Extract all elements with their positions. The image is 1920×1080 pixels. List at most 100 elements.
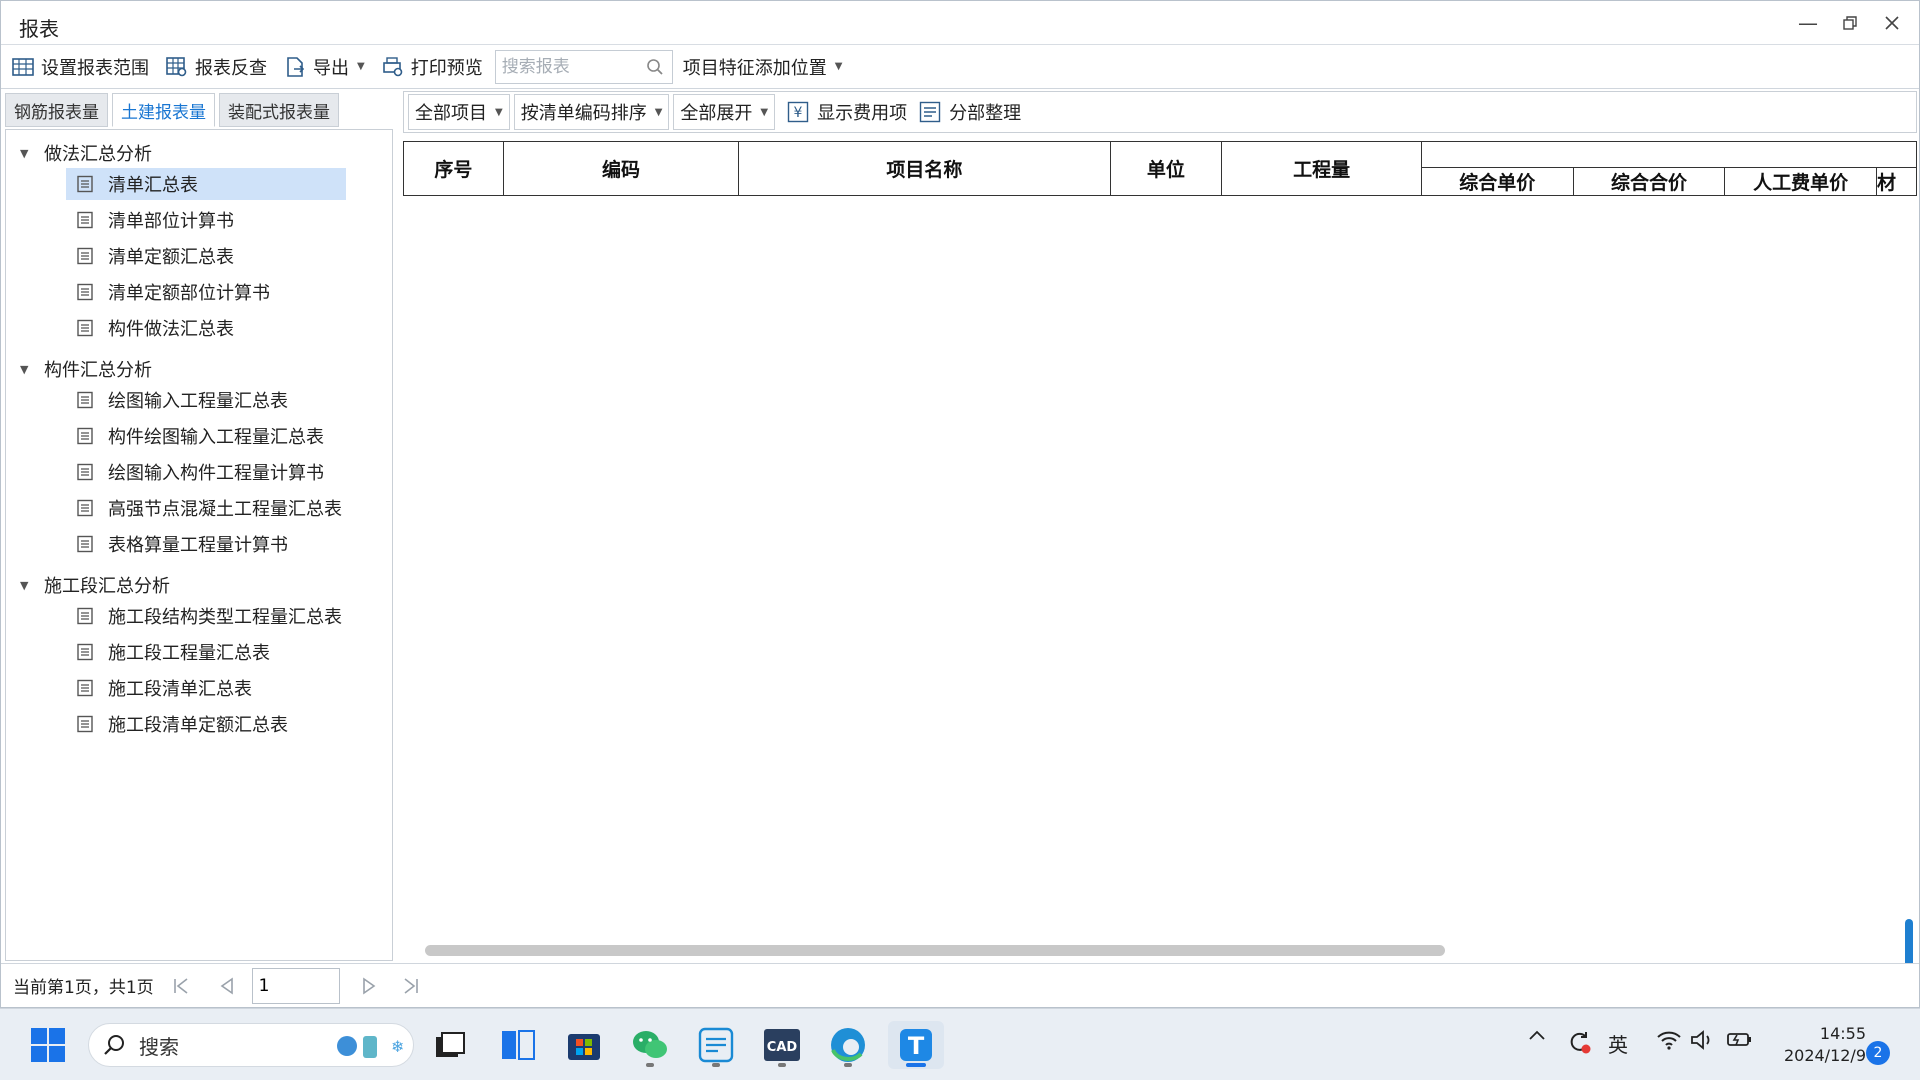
header-quantity[interactable]: 工程量 bbox=[1221, 141, 1422, 196]
expand-triangle-icon[interactable]: ▼ bbox=[20, 147, 32, 160]
expand-triangle-icon[interactable]: ▼ bbox=[20, 579, 32, 592]
document-icon bbox=[77, 679, 93, 697]
expand-triangle-icon[interactable]: ▼ bbox=[20, 363, 32, 376]
expand-dropdown[interactable]: 全部展开 ▼ bbox=[673, 94, 776, 130]
document-icon bbox=[77, 175, 93, 193]
last-page-icon[interactable] bbox=[396, 971, 426, 1001]
svg-text:CAD: CAD bbox=[767, 1040, 798, 1055]
tree-item-bill-quota-summary[interactable]: 清单定额汇总表 bbox=[66, 240, 346, 272]
document-icon bbox=[77, 715, 93, 733]
report-search-input[interactable] bbox=[495, 50, 636, 83]
next-page-icon[interactable] bbox=[354, 971, 384, 1001]
tree-item-bill-quota-part-calc[interactable]: 清单定额部位计算书 bbox=[66, 276, 346, 308]
header-code[interactable]: 编码 bbox=[502, 141, 740, 196]
page-number-input[interactable] bbox=[251, 967, 340, 1004]
tree-group-method-summary[interactable]: ▼ 做法汇总分析 bbox=[6, 140, 152, 166]
print-preview-icon bbox=[381, 55, 405, 79]
chevron-up-icon[interactable] bbox=[1528, 1029, 1546, 1041]
tree-item-label: 表格算量工程量计算书 bbox=[108, 535, 288, 556]
tree-item-stage-quantity-summary[interactable]: 施工段工程量汇总表 bbox=[66, 636, 346, 668]
sort-dropdown[interactable]: 按清单编码排序 ▼ bbox=[513, 94, 670, 130]
tree-item-label: 施工段结构类型工程量汇总表 bbox=[108, 607, 342, 628]
tree-item-stage-bill-quota-summary[interactable]: 施工段清单定额汇总表 bbox=[66, 708, 346, 740]
table-grid-icon bbox=[11, 55, 35, 79]
tree-item-bill-summary[interactable]: 清单汇总表 bbox=[66, 168, 346, 200]
horizontal-scrollbar[interactable] bbox=[425, 945, 1445, 956]
task-view-icon[interactable] bbox=[426, 1021, 474, 1069]
header-labor-unit-price[interactable]: 人工费单价 bbox=[1724, 167, 1877, 196]
document-icon bbox=[77, 463, 93, 481]
header-index[interactable]: 序号 bbox=[403, 141, 504, 196]
reverse-check-button[interactable]: 报表反查 bbox=[159, 49, 273, 85]
svg-text:T: T bbox=[908, 1032, 925, 1060]
wechat-icon[interactable] bbox=[626, 1021, 674, 1069]
table-search-icon bbox=[165, 55, 189, 79]
list-icon bbox=[919, 101, 941, 123]
show-fee-button[interactable]: ¥ 显示费用项 bbox=[787, 99, 907, 125]
tree-item-component-method-summary[interactable]: 构件做法汇总表 bbox=[66, 312, 346, 344]
tree-item-drawing-input-summary[interactable]: 绘图输入工程量汇总表 bbox=[66, 384, 346, 416]
prev-page-icon[interactable] bbox=[212, 971, 242, 1001]
tree-item-component-drawing-summary[interactable]: 构件绘图输入工程量汇总表 bbox=[66, 420, 346, 452]
page-status-text: 当前第1页，共1页 bbox=[13, 978, 154, 998]
header-composite-unit-price[interactable]: 综合单价 bbox=[1420, 167, 1574, 196]
close-icon[interactable] bbox=[1871, 7, 1913, 39]
notes-app-icon[interactable] bbox=[692, 1021, 740, 1069]
document-icon bbox=[77, 391, 93, 409]
tree-group-stage-summary[interactable]: ▼ 施工段汇总分析 bbox=[6, 572, 170, 598]
microsoft-store-icon[interactable] bbox=[560, 1021, 608, 1069]
tab-prefab-report[interactable]: 装配式报表量 bbox=[219, 93, 339, 127]
all-items-dropdown[interactable]: 全部项目 ▼ bbox=[408, 94, 510, 130]
tree-item-table-calc[interactable]: 表格算量工程量计算书 bbox=[66, 528, 346, 560]
tree-item-stage-structure-summary[interactable]: 施工段结构类型工程量汇总表 bbox=[66, 600, 346, 632]
partition-button[interactable]: 分部整理 bbox=[919, 99, 1021, 125]
header-composite-total[interactable]: 综合合价 bbox=[1572, 167, 1726, 196]
restore-icon[interactable] bbox=[1829, 7, 1871, 39]
header-item-name[interactable]: 项目名称 bbox=[738, 141, 1111, 196]
feature-position-dropdown[interactable]: 项目特征添加位置 ▼ bbox=[677, 49, 849, 85]
tree-item-label: 清单定额汇总表 bbox=[108, 247, 234, 268]
print-preview-button[interactable]: 打印预览 bbox=[375, 49, 489, 85]
set-range-button[interactable]: 设置报表范围 bbox=[5, 49, 155, 85]
tree-item-bill-part-calc[interactable]: 清单部位计算书 bbox=[66, 204, 346, 236]
expand-label: 全部展开 bbox=[680, 103, 753, 124]
system-clock[interactable]: 14:55 2024/12/9 bbox=[1770, 1023, 1866, 1067]
header-group-price bbox=[1420, 141, 1917, 168]
tree-item-stage-bill-summary[interactable]: 施工段清单汇总表 bbox=[66, 672, 346, 704]
sync-icon[interactable] bbox=[1566, 1029, 1592, 1055]
volume-icon[interactable] bbox=[1690, 1029, 1714, 1051]
edge-browser-icon[interactable] bbox=[824, 1021, 872, 1069]
report-tree: ▼ 做法汇总分析 清单汇总表 清单部位计算书 清单定额汇总表 清单定额部位计算书… bbox=[5, 129, 393, 961]
minimize-icon[interactable]: — bbox=[1787, 7, 1829, 39]
set-range-label: 设置报表范围 bbox=[41, 57, 149, 79]
chevron-down-icon: ▼ bbox=[357, 61, 365, 72]
widgets-icon[interactable] bbox=[494, 1021, 542, 1069]
report-header-table: 序号 编码 项目名称 单位 工程量 综合单价 综合合价 人工费单价 材 bbox=[403, 141, 1917, 196]
header-material[interactable]: 材 bbox=[1876, 167, 1917, 196]
glodon-app-icon[interactable]: T bbox=[888, 1021, 944, 1069]
windows-start-icon[interactable] bbox=[24, 1021, 72, 1069]
tree-item-label: 绘图输入构件工程量计算书 bbox=[108, 463, 324, 484]
tab-civil-report[interactable]: 土建报表量 bbox=[112, 93, 215, 127]
notification-badge[interactable]: 2 bbox=[1866, 1041, 1890, 1065]
tree-item-drawing-component-calc[interactable]: 绘图输入构件工程量计算书 bbox=[66, 456, 346, 488]
battery-icon[interactable] bbox=[1726, 1029, 1754, 1049]
export-button[interactable]: 导出 ▼ bbox=[277, 49, 371, 85]
taskbar-search[interactable]: 搜索 ❄ bbox=[88, 1023, 414, 1067]
tree-item-label: 施工段清单汇总表 bbox=[108, 679, 252, 700]
first-page-icon[interactable] bbox=[166, 971, 196, 1001]
search-icon[interactable] bbox=[646, 58, 664, 76]
show-fee-label: 显示费用项 bbox=[817, 103, 908, 124]
feature-position-label: 项目特征添加位置 bbox=[682, 57, 827, 79]
tree-item-high-strength-concrete[interactable]: 高强节点混凝土工程量汇总表 bbox=[66, 492, 346, 524]
tree-group-component-summary[interactable]: ▼ 构件汇总分析 bbox=[6, 356, 152, 382]
cad-app-icon[interactable]: CAD bbox=[758, 1021, 806, 1069]
running-indicator bbox=[646, 1063, 654, 1067]
wifi-icon[interactable] bbox=[1656, 1029, 1682, 1051]
header-unit[interactable]: 单位 bbox=[1109, 141, 1223, 196]
active-indicator bbox=[906, 1063, 926, 1067]
taskbar: 搜索 ❄ CAD T 英 14:55 2024/12/9 2 bbox=[0, 1008, 1920, 1080]
tab-rebar-report[interactable]: 钢筋报表量 bbox=[5, 93, 108, 127]
export-icon bbox=[283, 55, 307, 79]
ime-indicator[interactable]: 英 bbox=[1608, 1029, 1628, 1058]
